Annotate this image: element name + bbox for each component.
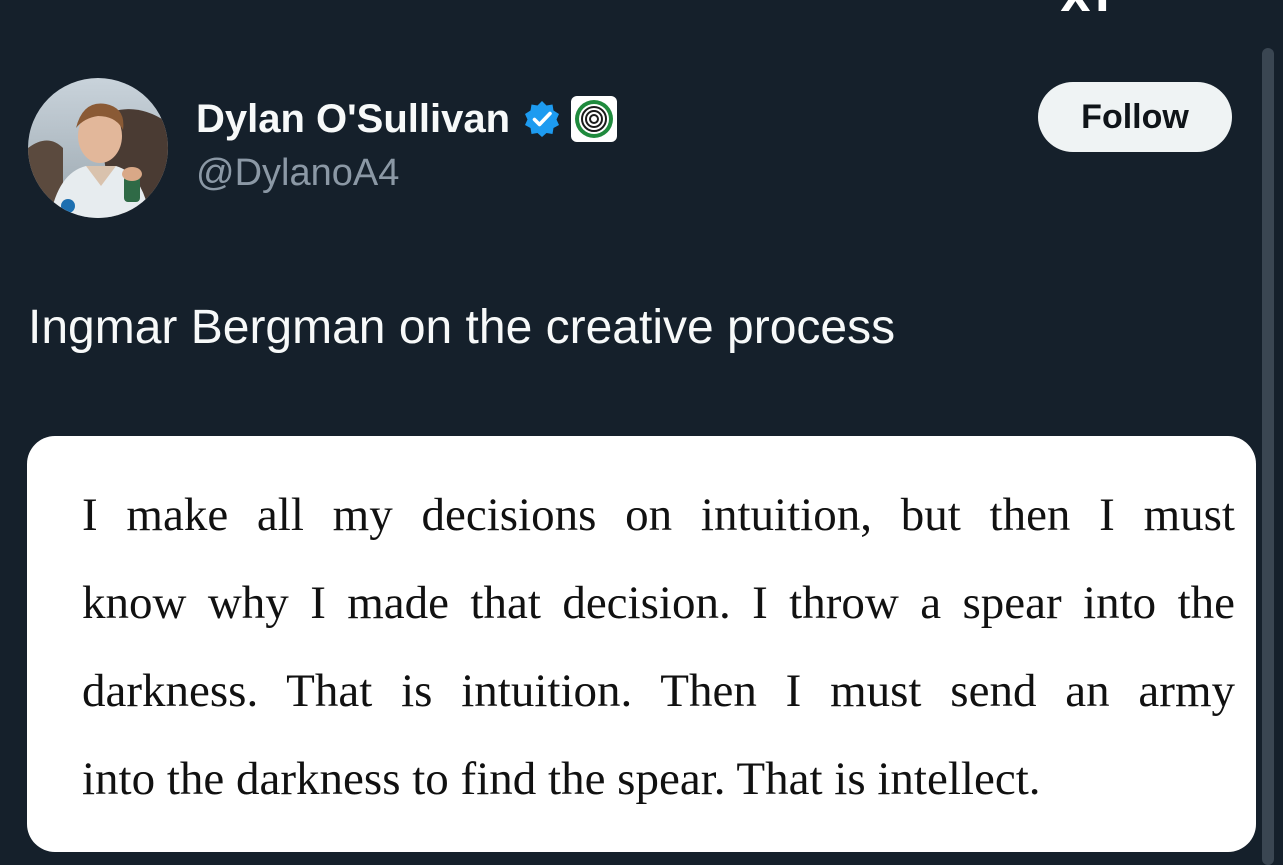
quote-line: I make all my decisions on intuition, bu…: [82, 489, 1235, 541]
verified-badge-icon[interactable]: [522, 99, 562, 139]
avatar-photo-icon: [28, 78, 168, 218]
author-display-name[interactable]: Dylan O'Sullivan: [196, 97, 510, 142]
author-name-row: Dylan O'Sullivan: [196, 92, 618, 146]
affiliate-badge-icon[interactable]: [570, 95, 618, 143]
quote-line: know why I made that decision. I throw a…: [82, 577, 1235, 629]
scrollbar[interactable]: [1262, 48, 1274, 865]
quote-line: darkness. That is intuition. Then I must…: [82, 665, 1235, 717]
partial-top-glyph: XI: [1060, 0, 1114, 18]
avatar[interactable]: [28, 78, 168, 218]
quote-image-card[interactable]: I make all my decisions on intuition, bu…: [27, 436, 1256, 852]
author-handle[interactable]: @DylanoA4: [196, 152, 399, 195]
tweet-text: Ingmar Bergman on the creative process: [28, 301, 896, 354]
follow-button[interactable]: Follow: [1038, 82, 1232, 152]
quote-line: into the darkness to find the spear. Tha…: [82, 753, 1041, 805]
